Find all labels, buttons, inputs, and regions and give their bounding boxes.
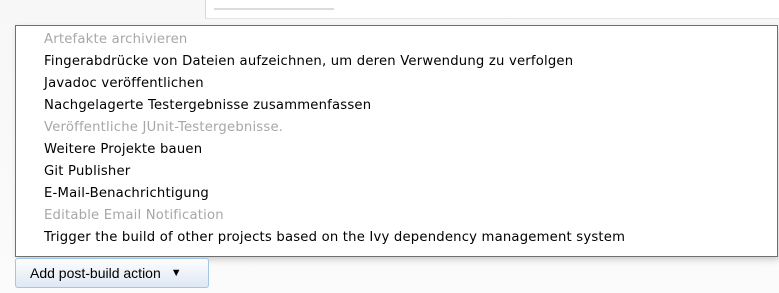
menu-item-publish-junit-results: Veröffentliche JUnit-Testergebnisse. [44, 120, 284, 135]
background-field-text [214, 0, 334, 10]
menu-item-email-notification[interactable]: E-Mail-Benachrichtigung [16, 183, 777, 205]
menu-item-publish-javadoc[interactable]: Javadoc veröffentlichen [16, 73, 777, 95]
menu-item-ivy-trigger[interactable]: Trigger the build of other projects base… [16, 227, 777, 249]
post-build-action-menu: Artefakte archivieren Fingerabdrücke von… [15, 25, 778, 257]
add-post-build-action-label: Add post-build action [30, 265, 161, 281]
triangle-down-icon: ▼ [170, 267, 182, 279]
menu-item-git-publisher[interactable]: Git Publisher [16, 161, 777, 183]
menu-item-editable-email-notification: Editable Email Notification [44, 208, 224, 223]
menu-item-record-fingerprints[interactable]: Fingerabdrücke von Dateien aufzeichnen, … [16, 51, 777, 73]
menu-item-archive-artifacts: Artefakte archivieren [44, 32, 188, 47]
menu-item-build-other-projects[interactable]: Weitere Projekte bauen [16, 139, 777, 161]
add-post-build-action-button[interactable]: Add post-build action ▼ [15, 258, 209, 288]
menu-item-aggregate-test-results[interactable]: Nachgelagerte Testergebnisse zusammenfas… [16, 95, 777, 117]
